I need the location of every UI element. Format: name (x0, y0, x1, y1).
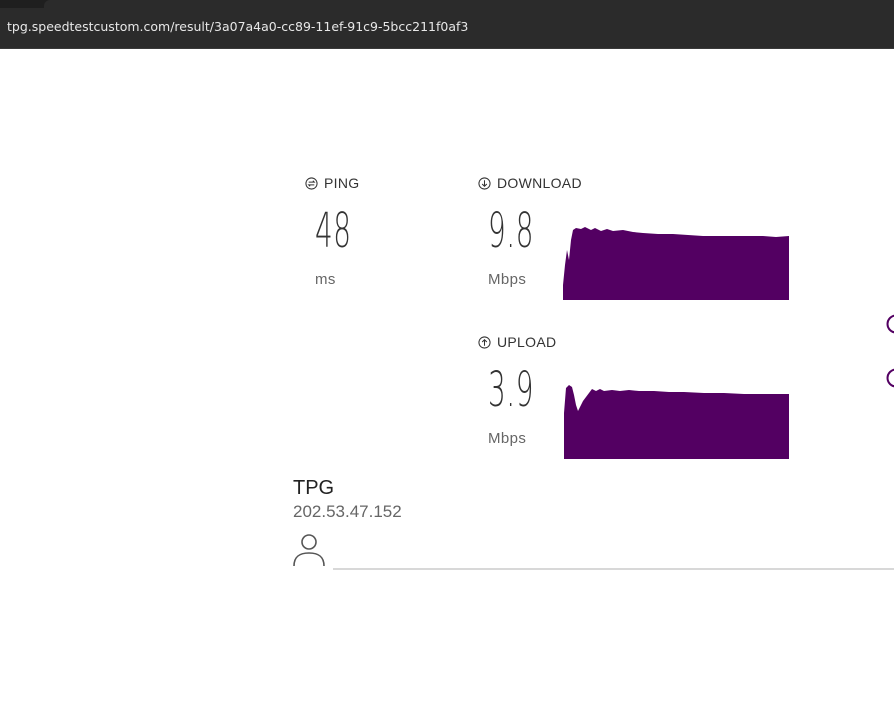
download-arrow-icon (478, 176, 491, 190)
provider-ip: 202.53.47.152 (293, 502, 402, 521)
upload-label: UPLOAD (478, 334, 556, 350)
upload-arrow-icon (478, 335, 491, 349)
address-url[interactable]: tpg.speedtestcustom.com/result/3a07a4a0-… (7, 19, 468, 34)
download-unit: Mbps (488, 271, 527, 288)
upload-speed-graph (564, 385, 789, 459)
download-label: DOWNLOAD (478, 175, 582, 191)
upload-value: 3.9 (488, 362, 535, 418)
user-icon (293, 534, 325, 567)
upload-graph-area (564, 385, 789, 459)
results-side-icon[interactable] (886, 314, 894, 334)
ping-icon (305, 176, 318, 190)
ping-unit: ms (315, 271, 336, 288)
download-value: 9.8 (488, 203, 535, 259)
download-label-text: DOWNLOAD (497, 175, 582, 191)
upload-label-text: UPLOAD (497, 334, 557, 350)
ping-value: 48 (315, 203, 352, 259)
download-speed-graph (563, 227, 789, 300)
download-graph-area (563, 227, 789, 300)
browser-tab[interactable] (44, 0, 894, 8)
ping-label: PING (305, 175, 359, 191)
browser-address-bar[interactable]: tpg.speedtestcustom.com/result/3a07a4a0-… (0, 8, 894, 49)
provider-divider (333, 568, 894, 570)
upload-unit: Mbps (488, 430, 527, 447)
provider-name: TPG (293, 477, 335, 499)
ping-label-text: PING (324, 175, 360, 191)
browser-tab-strip (0, 0, 894, 8)
settings-side-icon[interactable] (886, 368, 894, 388)
